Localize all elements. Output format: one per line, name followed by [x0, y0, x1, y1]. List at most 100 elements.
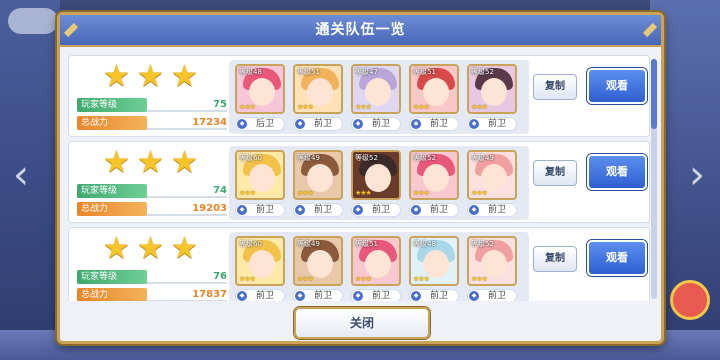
- character-portrait: 等级52 ★★★: [409, 150, 459, 200]
- clear-stars: ★ ★ ★: [77, 62, 227, 94]
- party-member[interactable]: 等级47 ★★★ ◆ 前卫: [351, 64, 401, 132]
- unit-rarity-stars: ★★★: [239, 103, 256, 111]
- position-icon: ◆: [353, 119, 363, 129]
- unit-rarity-stars: ★★★: [239, 189, 256, 197]
- unit-position-label: 前卫: [313, 205, 332, 215]
- party-member[interactable]: 等级52 ★★★ ◆ 前卫: [467, 236, 517, 301]
- unit-rarity-stars: ★★★: [413, 275, 430, 283]
- total-power-label: 总战力: [77, 288, 147, 301]
- position-icon: ◆: [237, 205, 247, 215]
- copy-button[interactable]: 复制: [533, 246, 577, 272]
- party-member[interactable]: 等级51 ★★★ ◆ 前卫: [351, 236, 401, 301]
- view-button[interactable]: 观看: [587, 68, 647, 104]
- character-portrait: 等级52 ★★★: [467, 64, 517, 114]
- player-level-value: 76: [213, 271, 227, 282]
- unit-level: 等级51: [297, 68, 320, 76]
- position-icon: ◆: [469, 291, 479, 301]
- unit-position-label: 前卫: [429, 205, 448, 215]
- position-icon: ◆: [353, 291, 363, 301]
- unit-level: 等级48: [239, 68, 262, 76]
- copy-button[interactable]: 复制: [533, 74, 577, 100]
- unit-rarity-stars: ★★★: [239, 275, 256, 283]
- unit-level: 等级49: [471, 154, 494, 162]
- total-power-stat: 总战力 17234: [77, 116, 227, 130]
- star-icon: ★: [103, 145, 130, 180]
- chevron-left-icon: ‹: [13, 152, 29, 198]
- unit-position-label: 前卫: [371, 119, 390, 129]
- unit-position: ◆ 前卫: [409, 117, 459, 131]
- close-button[interactable]: 关闭: [294, 307, 430, 339]
- party-member[interactable]: 等级60 ★★★ ◆ 前卫: [235, 236, 285, 301]
- unit-position: ◆ 前卫: [467, 117, 517, 131]
- unit-position: ◆ 前卫: [409, 203, 459, 217]
- unit-position-label: 前卫: [487, 205, 506, 215]
- unit-level: 等级60: [239, 240, 262, 248]
- party-member[interactable]: 等级49 ★★★ ◆ 前卫: [293, 150, 343, 218]
- party-member[interactable]: 等级51 ★★★ ◆ 前卫: [409, 64, 459, 132]
- player-level-label: 玩家等级: [77, 98, 147, 112]
- player-level-value: 74: [213, 185, 227, 196]
- unit-rarity-stars: ★★★: [471, 103, 488, 111]
- view-button[interactable]: 观看: [587, 240, 647, 276]
- party-member[interactable]: 等级51 ★★★ ◆ 前卫: [293, 64, 343, 132]
- player-level-label: 玩家等级: [77, 184, 147, 198]
- unit-level: 等级48: [413, 240, 436, 248]
- party-member[interactable]: 等级60 ★★★ ◆ 前卫: [235, 150, 285, 218]
- team-list[interactable]: ★ ★ ★ 玩家等级 75 总战力 17234 等级48 ★★★ ◆ 后卫 等级51 ★★★ ◆…: [68, 55, 650, 301]
- unit-position: ◆ 前卫: [235, 203, 285, 217]
- team-row: ★ ★ ★ 玩家等级 75 总战力 17234 等级48 ★★★ ◆ 后卫 等级51 ★★★ ◆…: [68, 55, 650, 137]
- unit-level: 等级51: [413, 68, 436, 76]
- team-summary: ★ ★ ★ 玩家等级 74 总战力 19203: [77, 148, 227, 220]
- party-member[interactable]: 等级48 ★★★ ◆ 后卫: [235, 64, 285, 132]
- star-icon: ★: [103, 59, 130, 94]
- unit-rarity-stars: ★★★: [355, 189, 372, 197]
- team-summary: ★ ★ ★ 玩家等级 76 总战力 17837: [77, 234, 227, 301]
- unit-position: ◆ 前卫: [293, 203, 343, 217]
- party-member[interactable]: 等级52 ★★★ ◆ 前卫: [351, 150, 401, 218]
- star-icon: ★: [171, 145, 198, 180]
- party-member[interactable]: 等级49 ★★★ ◆ 前卫: [293, 236, 343, 301]
- unit-rarity-stars: ★★★: [297, 103, 314, 111]
- clear-team-list-dialog: 通关队伍一览 ★ ★ ★ 玩家等级 75 总战力 17234 等级48 ★★★ ◆ 后卫等…: [57, 12, 664, 344]
- party-member[interactable]: 等级48 ★★★ ◆ 前卫: [409, 236, 459, 301]
- character-portrait: 等级60 ★★★: [235, 236, 285, 286]
- team-row: ★ ★ ★ 玩家等级 74 总战力 19203 等级60 ★★★ ◆ 前卫 等级49 ★★★ ◆…: [68, 141, 650, 223]
- unit-position-label: 前卫: [255, 205, 274, 215]
- character-portrait: 等级52 ★★★: [351, 150, 401, 200]
- unit-position-label: 前卫: [487, 291, 506, 301]
- party-member[interactable]: 等级52 ★★★ ◆ 前卫: [409, 150, 459, 218]
- unit-position: ◆ 前卫: [351, 203, 401, 217]
- unit-level: 等级49: [297, 240, 320, 248]
- list-scrollbar[interactable]: [651, 59, 657, 299]
- dialog-title: 通关队伍一览: [60, 15, 661, 47]
- party-lineup: 等级60 ★★★ ◆ 前卫 等级49 ★★★ ◆ 前卫 等级51 ★★★ ◆ 前卫 等级48 ★★★ ◆ 前卫…: [229, 232, 529, 301]
- character-portrait: 等级49 ★★★: [293, 150, 343, 200]
- chevron-right-icon: ›: [689, 152, 705, 198]
- star-icon: ★: [137, 59, 164, 94]
- clear-stars: ★ ★ ★: [77, 148, 227, 180]
- clear-stars: ★ ★ ★: [77, 234, 227, 266]
- party-member[interactable]: 等级52 ★★★ ◆ 前卫: [467, 64, 517, 132]
- unit-position: ◆ 前卫: [351, 289, 401, 301]
- unit-position-label: 前卫: [429, 291, 448, 301]
- copy-button[interactable]: 复制: [533, 160, 577, 186]
- unit-position: ◆ 前卫: [409, 289, 459, 301]
- character-portrait: 等级60 ★★★: [235, 150, 285, 200]
- position-icon: ◆: [411, 205, 421, 215]
- unit-level: 等级49: [297, 154, 320, 162]
- unit-position-label: 前卫: [313, 119, 332, 129]
- total-power-value: 17837: [192, 289, 227, 300]
- character-portrait: 等级48 ★★★: [235, 64, 285, 114]
- character-portrait: 等级51 ★★★: [293, 64, 343, 114]
- unit-rarity-stars: ★★★: [355, 103, 372, 111]
- view-button[interactable]: 观看: [587, 154, 647, 190]
- position-icon: ◆: [353, 205, 363, 215]
- party-member[interactable]: 等级49 ★★★ ◆ 前卫: [467, 150, 517, 218]
- team-row: ★ ★ ★ 玩家等级 76 总战力 17837 等级60 ★★★ ◆ 前卫 等级49 ★★★ ◆…: [68, 227, 650, 301]
- unit-position: ◆ 前卫: [351, 117, 401, 131]
- character-portrait: 等级47 ★★★: [351, 64, 401, 114]
- unit-position: ◆ 前卫: [467, 289, 517, 301]
- scrollbar-thumb[interactable]: [651, 59, 657, 129]
- unit-position-label: 前卫: [313, 291, 332, 301]
- unit-rarity-stars: ★★★: [355, 275, 372, 283]
